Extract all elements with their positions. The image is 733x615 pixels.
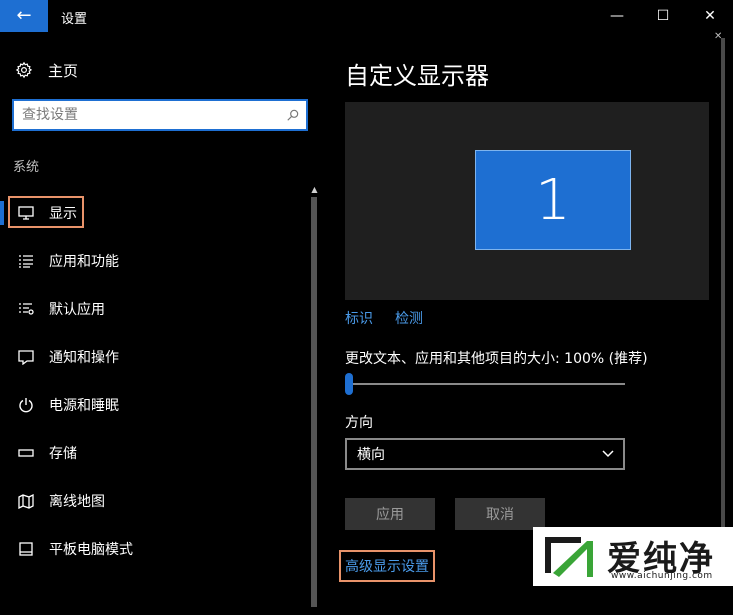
watermark-url: www.aichunjing.com <box>611 571 713 581</box>
search-input[interactable] <box>14 101 280 129</box>
monitor-number: 1 <box>535 167 571 233</box>
detect-link[interactable]: 检测 <box>395 308 423 328</box>
sidebar-item-label: 存储 <box>49 446 77 462</box>
orientation-label: 方向 <box>345 415 373 431</box>
sidebar-item-offline-maps[interactable]: 离线地图 <box>0 484 308 518</box>
apply-button[interactable]: 应用 <box>345 498 435 530</box>
monitor-tile[interactable]: 1 <box>475 150 631 250</box>
scale-slider-thumb[interactable] <box>345 373 353 395</box>
sidebar-item-tablet-mode[interactable]: 平板电脑模式 <box>0 532 308 566</box>
title-bar: ← 设置 — ☐ ✕ <box>0 0 733 32</box>
display-arrangement-area: 1 <box>345 102 709 300</box>
watermark-logo: 爱纯净 www.aichunjing.com <box>533 527 733 586</box>
sidebar-item-notifications[interactable]: 通知和操作 <box>0 340 308 374</box>
sidebar-scrollbar[interactable]: ▲ <box>309 185 320 615</box>
sidebar-item-power[interactable]: 电源和睡眠 <box>0 388 308 422</box>
sidebar-item-display[interactable]: 显示 <box>0 196 308 230</box>
sidebar-item-label: 通知和操作 <box>49 350 119 366</box>
notification-icon <box>15 349 37 365</box>
window-title: 设置 <box>61 12 88 27</box>
maximize-icon: ☐ <box>656 8 670 24</box>
sidebar-item-label: 电源和睡眠 <box>49 398 119 414</box>
home-label: 主页 <box>48 61 79 80</box>
active-indicator <box>0 201 4 225</box>
map-icon <box>15 493 37 509</box>
section-label-system: 系统 <box>13 160 40 175</box>
power-icon <box>15 397 37 413</box>
scale-label: 更改文本、应用和其他项目的大小: 100% (推荐) <box>345 351 648 367</box>
highlight-box <box>8 196 84 228</box>
sidebar-item-label: 应用和功能 <box>49 254 119 270</box>
advanced-display-settings-link[interactable]: 高级显示设置 <box>339 550 435 582</box>
scroll-up-icon[interactable]: ▲ <box>309 185 320 194</box>
list-icon <box>15 254 37 268</box>
gear-icon <box>14 61 34 79</box>
storage-icon <box>15 448 37 458</box>
sidebar-item-default-apps[interactable]: 默认应用 <box>0 292 308 326</box>
minimize-icon: — <box>610 8 624 24</box>
minimize-button[interactable]: — <box>594 0 640 32</box>
sidebar-item-label: 离线地图 <box>49 494 105 510</box>
sidebar-item-storage[interactable]: 存储 <box>0 436 308 470</box>
sidebar: 主页 系统 显示 应用和功能 <box>0 32 322 607</box>
maximize-button[interactable]: ☐ <box>640 0 686 32</box>
watermark-mark-icon <box>545 537 593 577</box>
close-icon: ✕ <box>704 8 716 24</box>
sidebar-item-label: 默认应用 <box>49 302 105 318</box>
scroll-thumb[interactable] <box>311 197 317 607</box>
main-scroll-thumb[interactable] <box>721 38 725 528</box>
sidebar-item-apps[interactable]: 应用和功能 <box>0 244 308 278</box>
search-box[interactable] <box>12 99 308 131</box>
main-scrollbar[interactable] <box>720 38 726 528</box>
main-panel: 自定义显示器 1 标识 检测 更改文本、应用和其他项目的大小: 100% (推荐… <box>322 32 733 586</box>
search-icon[interactable] <box>286 107 300 126</box>
cancel-button[interactable]: 取消 <box>455 498 545 530</box>
home-link[interactable]: 主页 <box>14 58 78 82</box>
orientation-dropdown[interactable]: 横向 <box>345 438 625 470</box>
scale-slider-track[interactable] <box>345 383 625 385</box>
default-apps-icon <box>15 302 37 316</box>
chevron-down-icon <box>601 445 615 464</box>
identify-link[interactable]: 标识 <box>345 308 373 328</box>
back-arrow-icon: ← <box>16 5 32 26</box>
tablet-icon <box>15 541 37 557</box>
page-title: 自定义显示器 <box>345 62 489 90</box>
close-button[interactable]: ✕ <box>687 0 733 32</box>
orientation-value: 横向 <box>357 447 385 463</box>
sidebar-item-label: 平板电脑模式 <box>49 542 133 558</box>
back-button[interactable]: ← <box>0 0 48 32</box>
